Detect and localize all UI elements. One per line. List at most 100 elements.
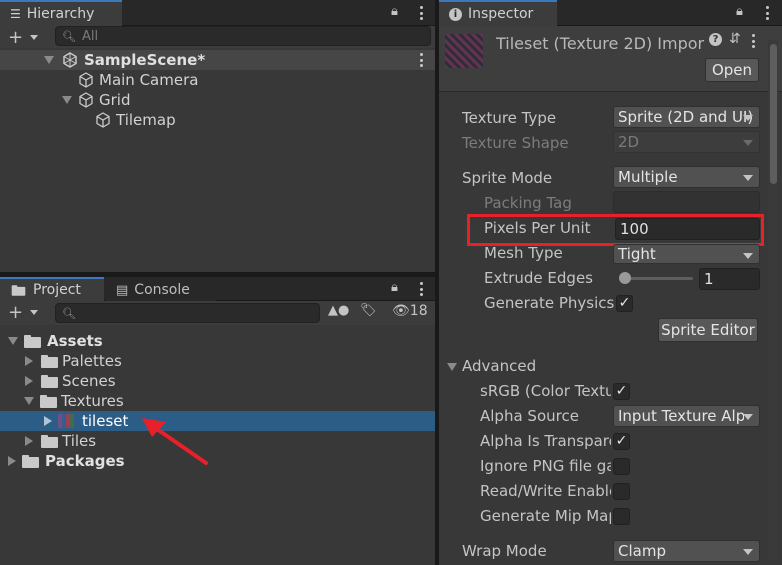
hierarchy-search-input[interactable]: 🔍︎ All [55, 26, 431, 46]
expand-arrow-icon[interactable] [25, 436, 33, 446]
lock-icon[interactable]: 🔒︎ [391, 280, 398, 295]
hierarchy-item-grid[interactable]: Grid [62, 90, 130, 110]
tree-item-tiles[interactable]: Tiles [25, 431, 96, 451]
scrollbar-thumb[interactable] [770, 44, 777, 184]
alpha-source-dropdown[interactable]: Input Texture Alpha [613, 405, 760, 427]
chevron-down-icon[interactable] [30, 35, 38, 40]
alpha-transparency-checkbox[interactable]: ✓ [613, 433, 630, 450]
console-icon: ▤ [116, 282, 129, 298]
sprite-mode-dropdown[interactable]: Multiple [613, 166, 760, 188]
tab-project-label: Project [33, 282, 81, 298]
texture-shape-label: Texture Shape [462, 134, 569, 152]
srgb-checkbox[interactable]: ✓ [613, 383, 630, 400]
help-icon[interactable]: ? [709, 33, 722, 46]
tab-project[interactable]: Project [0, 277, 104, 301]
texture-thumbnail-icon [58, 414, 74, 428]
asset-preview-icon [445, 34, 483, 68]
lock-icon[interactable]: 🔒︎ [736, 4, 743, 19]
tab-hierarchy[interactable]: ☰ Hierarchy [0, 0, 122, 26]
expand-arrow-icon[interactable] [62, 96, 72, 104]
tab-hierarchy-label: Hierarchy [26, 6, 95, 22]
tree-item-tileset[interactable]: tileset [44, 411, 128, 431]
wrap-mode-value: Clamp [618, 542, 666, 560]
extrude-edges-field[interactable]: 1 [699, 268, 760, 290]
ignore-png-gamma-label: Ignore PNG file ga [480, 457, 611, 475]
wrap-mode-label: Wrap Mode [462, 542, 547, 560]
expand-arrow-icon[interactable] [25, 356, 33, 366]
expand-arrow-icon[interactable] [24, 397, 34, 405]
open-button[interactable]: Open [705, 58, 759, 82]
scenes-label: Scenes [62, 372, 116, 390]
tree-item-packages[interactable]: Packages [8, 451, 125, 471]
packing-tag-field [613, 191, 760, 213]
hierarchy-item-main-camera[interactable]: Main Camera [78, 70, 198, 90]
folder-open-icon [40, 394, 57, 408]
wrap-mode-dropdown[interactable]: Clamp [613, 540, 760, 562]
inspector-menu-icon[interactable] [765, 6, 769, 20]
lock-icon[interactable]: 🔒︎ [391, 4, 398, 19]
tab-inspector[interactable]: i Inspector [439, 0, 557, 26]
expand-arrow-icon[interactable] [8, 337, 18, 345]
hierarchy-item-tilemap[interactable]: Tilemap [95, 110, 176, 130]
scene-name: SampleScene* [84, 51, 206, 69]
search-icon: 🔍︎ [62, 29, 76, 43]
extrude-slider-thumb[interactable] [619, 272, 631, 284]
sprite-editor-button[interactable]: Sprite Editor [658, 318, 758, 342]
expand-arrow-icon[interactable] [44, 416, 52, 426]
extrude-edges-label: Extrude Edges [484, 269, 593, 287]
tree-item-palettes[interactable]: Palettes [25, 351, 122, 371]
add-create-icon[interactable]: + [8, 27, 23, 48]
gameobject-cube-icon [79, 92, 93, 108]
chevron-down-icon[interactable] [30, 310, 38, 315]
packing-tag-label: Packing Tag [484, 194, 572, 212]
scene-menu-icon[interactable] [419, 53, 423, 67]
folder-icon [41, 354, 58, 368]
tree-item-assets[interactable]: Assets [8, 331, 103, 351]
tab-console-label: Console [134, 282, 190, 298]
advanced-foldout[interactable]: Advanced [447, 357, 536, 375]
filter-by-label-icon[interactable]: 🏷︎ [360, 303, 377, 318]
texture-shape-value: 2D [618, 133, 640, 151]
project-menu-icon[interactable] [419, 282, 423, 296]
expand-arrow-icon[interactable] [25, 376, 33, 386]
packages-label: Packages [45, 452, 125, 470]
expand-arrow-icon[interactable] [44, 56, 54, 64]
annotation-arrow [142, 418, 208, 465]
read-write-checkbox[interactable] [613, 483, 630, 500]
sprite-mode-value: Multiple [618, 168, 678, 186]
chevron-down-icon [743, 253, 753, 259]
tree-item-textures[interactable]: Textures [24, 391, 124, 411]
mesh-type-dropdown[interactable]: Tight [613, 244, 760, 264]
texture-shape-dropdown: 2D [613, 131, 760, 153]
folder-icon [41, 434, 58, 448]
inspector-panel: i Inspector 🔒︎ Tileset (Texture 2D) Impo… [439, 0, 782, 565]
preset-icon[interactable]: ⇵ [729, 31, 741, 47]
ignore-png-gamma-checkbox[interactable] [613, 458, 630, 475]
filter-by-type-icon[interactable]: ▲● [328, 303, 349, 318]
tree-item-scenes[interactable]: Scenes [25, 371, 116, 391]
generate-physics-checkbox[interactable]: ✓ [616, 295, 633, 312]
inspector-title: Tileset (Texture 2D) Impor [496, 34, 705, 53]
expand-arrow-icon[interactable] [8, 456, 16, 466]
chevron-down-icon [743, 115, 753, 121]
highlight-box [467, 214, 764, 246]
hidden-packages-icon[interactable]: 👁︎18 [392, 303, 428, 319]
texture-type-dropdown[interactable]: Sprite (2D and UI) [613, 106, 760, 128]
expand-arrow-icon [447, 362, 457, 371]
hierarchy-menu-icon[interactable] [419, 6, 423, 20]
folder-open-icon [24, 334, 41, 348]
project-search-input[interactable]: 🔍︎ [55, 303, 320, 323]
generate-mipmap-checkbox[interactable] [613, 508, 630, 525]
gameobject-cube-icon [96, 112, 110, 128]
scene-row[interactable]: SampleScene* [44, 50, 205, 70]
tab-console[interactable]: ▤ Console [106, 277, 216, 301]
extrude-slider-track[interactable] [623, 277, 693, 280]
mesh-type-value: Tight [618, 245, 656, 263]
project-panel: Project ▤ Console 🔒︎ + 🔍︎ ▲● 🏷︎ 👁︎18 Ass… [0, 277, 435, 565]
tab-inspector-label: Inspector [468, 6, 534, 22]
alpha-transparency-label: Alpha Is Transpare [480, 432, 611, 450]
chevron-down-icon [743, 414, 753, 420]
add-create-icon[interactable]: + [8, 302, 23, 323]
info-icon: i [449, 7, 462, 21]
component-menu-icon[interactable] [751, 34, 755, 48]
